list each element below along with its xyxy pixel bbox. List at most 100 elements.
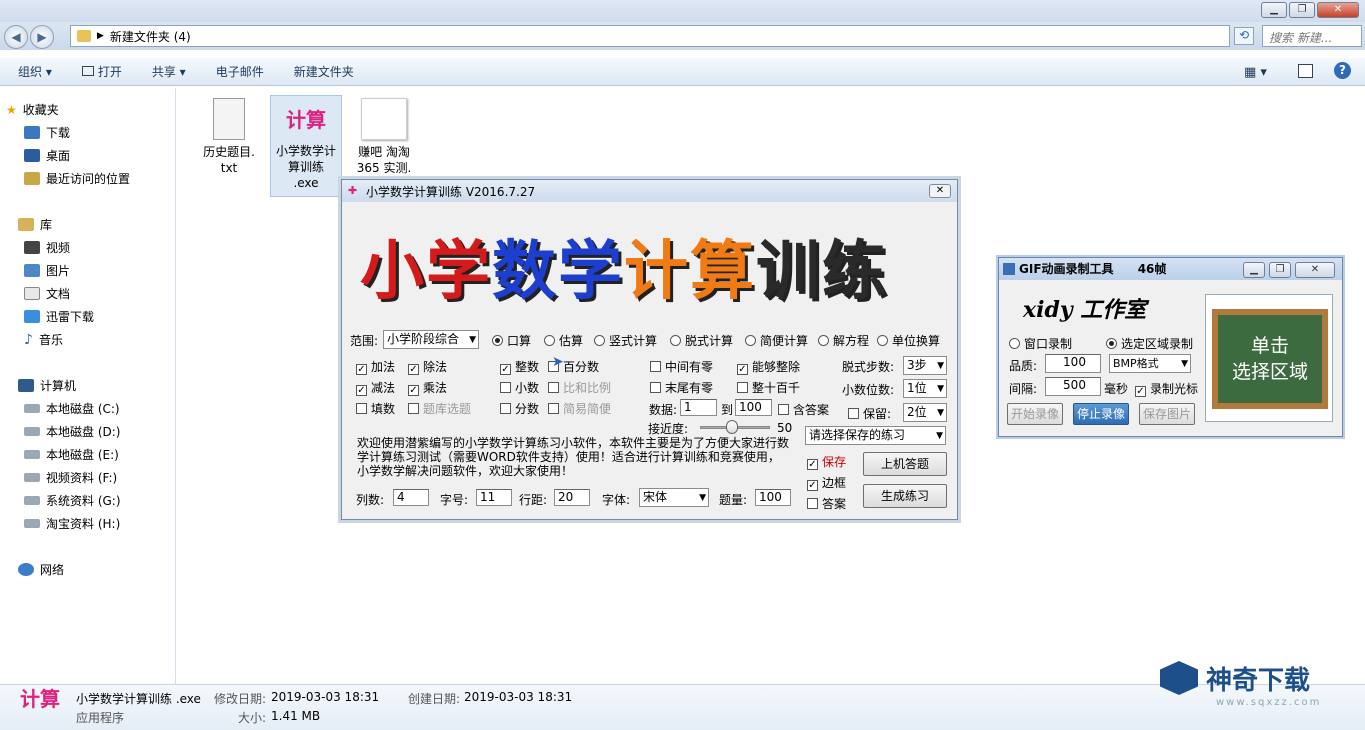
format-select[interactable]: BMP格式 [1109, 354, 1191, 373]
data-from-input[interactable]: 1 [680, 399, 717, 416]
dialog-close-button[interactable]: ✕ [929, 184, 951, 198]
gif-minimize-button[interactable]: ▁ [1243, 262, 1265, 278]
sidebar-item-drive-h[interactable]: 淘宝资料 (H:) [24, 515, 120, 532]
decimal-checkbox[interactable]: 小数 [500, 379, 539, 396]
email-button[interactable]: 电子邮件 [216, 63, 264, 80]
sidebar-item-favorites[interactable]: ★ 收藏夹 [6, 101, 59, 118]
gif-maximize-button[interactable]: ❐ [1269, 262, 1291, 278]
select-area-button[interactable]: 单击 选择区域 [1205, 294, 1333, 422]
dialog-title: 小学数学计算训练 V2016.7.27 [366, 184, 536, 199]
sidebar-item-desktop[interactable]: 桌面 [24, 147, 70, 164]
sidebar-item-drive-e[interactable]: 本地磁盘 (E:) [24, 446, 119, 463]
record-cursor-checkbox[interactable]: ✓ 录制光标 [1135, 380, 1198, 397]
gif-close-button[interactable]: ✕ [1295, 262, 1335, 278]
saved-exercise-select[interactable]: 请选择保存的练习 [805, 426, 946, 445]
start-record-button[interactable]: 开始录像 [1007, 403, 1063, 425]
mode-radio-tuoshi[interactable]: 脱式计算 [670, 332, 733, 349]
line-space-input[interactable]: 20 [554, 489, 590, 506]
sidebar-item-music[interactable]: ♪ 音乐 [24, 331, 63, 348]
file-item[interactable]: 历史题目. txt [193, 98, 265, 176]
round-number-checkbox[interactable]: 整十百千 [737, 379, 800, 396]
sidebar-item-videos[interactable]: 视频 [24, 239, 70, 256]
ratio-checkbox[interactable]: 比和比例 [548, 379, 611, 396]
sidebar-item-drive-f[interactable]: 视频资料 (F:) [24, 469, 117, 486]
subtract-checkbox[interactable]: ✓ 减法 [356, 379, 395, 396]
cols-input[interactable]: 4 [393, 489, 429, 506]
mode-radio-jianbian[interactable]: 简便计算 [745, 332, 808, 349]
answer-checkbox[interactable]: 答案 [807, 495, 846, 512]
count-input[interactable]: 100 [755, 489, 791, 506]
search-input[interactable]: 搜索 新建... [1262, 25, 1362, 47]
divisible-checkbox[interactable]: ✓ 能够整除 [737, 358, 800, 375]
stop-record-button[interactable]: 停止录像 [1073, 403, 1129, 425]
sidebar-item-drive-d[interactable]: 本地磁盘 (D:) [24, 423, 120, 440]
add-checkbox[interactable]: ✓ 加法 [356, 358, 395, 375]
help-icon[interactable]: ? [1334, 62, 1351, 79]
forward-icon[interactable]: ▶ [30, 25, 54, 49]
share-button[interactable]: 共享 ▾ [152, 63, 186, 80]
sidebar-item-downloads[interactable]: 下载 [24, 124, 70, 141]
window-record-radio[interactable]: 窗口录制 [1009, 335, 1072, 352]
sidebar-item-xunlei[interactable]: 迅雷下载 [24, 308, 94, 325]
sidebar-item-computer[interactable]: 计算机 [18, 377, 76, 394]
fill-number-checkbox[interactable]: 填数 [356, 400, 395, 417]
multiply-checkbox[interactable]: ✓ 乘法 [408, 379, 447, 396]
fraction-checkbox[interactable]: 分数 [500, 400, 539, 417]
divide-checkbox[interactable]: ✓ 除法 [408, 358, 447, 375]
question-bank-checkbox[interactable]: 题库选题 [408, 400, 471, 417]
mode-radio-danwei[interactable]: 单位换算 [877, 332, 940, 349]
mode-radio-shushi[interactable]: 竖式计算 [594, 332, 657, 349]
maximize-button[interactable]: ❐ [1289, 2, 1315, 18]
sidebar-item-drive-g[interactable]: 系统资料 (G:) [24, 492, 121, 509]
simple-checkbox[interactable]: 简易简便 [548, 400, 611, 417]
font-select[interactable]: 宋体 [639, 488, 709, 507]
new-folder-button[interactable]: 新建文件夹 [294, 63, 354, 80]
document-icon [24, 287, 40, 300]
end-zero-checkbox[interactable]: 末尾有零 [650, 379, 713, 396]
save-image-button[interactable]: 保存图片 [1139, 403, 1195, 425]
proximity-slider-thumb[interactable] [726, 420, 738, 434]
view-options-icon[interactable]: ▦ ▾ [1244, 65, 1267, 80]
minimize-button[interactable]: ▁ [1261, 2, 1287, 18]
sidebar-item-pictures[interactable]: 图片 [24, 262, 70, 279]
mode-radio-kousuan[interactable]: 口算 [492, 332, 531, 349]
mode-radio-gusuan[interactable]: 估算 [544, 332, 583, 349]
close-button[interactable]: ✕ [1317, 2, 1359, 18]
preview-pane-icon[interactable] [1298, 64, 1313, 78]
middle-zero-checkbox[interactable]: 中间有零 [650, 358, 713, 375]
gif-recorder-window: GIF动画录制工具 46帧 ▁ ❐ ✕ xidy 工作室 窗口录制 选定区域录制… [998, 257, 1343, 437]
online-answer-button[interactable]: 上机答题 [863, 452, 947, 476]
integer-checkbox[interactable]: ✓ 整数 [500, 358, 539, 375]
video-icon [24, 241, 40, 254]
keep-select[interactable]: 2位 [903, 403, 947, 422]
save-checkbox[interactable]: ✓ 保存 [807, 453, 846, 470]
file-item-selected[interactable]: 计算 小学数学计 算训练 .exe [270, 95, 342, 197]
sidebar-item-drive-c[interactable]: 本地磁盘 (C:) [24, 400, 120, 417]
refresh-icon[interactable]: ⟲ [1234, 27, 1254, 45]
sidebar-item-libraries[interactable]: 库 [18, 216, 52, 233]
organize-button[interactable]: 组织 ▾ [18, 63, 52, 80]
back-icon[interactable]: ◀ [4, 25, 28, 49]
proximity-label: 接近度: [648, 422, 689, 436]
include-answer-checkbox[interactable]: 含答案 [778, 401, 829, 418]
generate-exercise-button[interactable]: 生成练习 [863, 484, 947, 508]
range-select[interactable]: 小学阶段综合 [383, 330, 479, 349]
open-button[interactable]: 打开 [81, 63, 122, 80]
border-checkbox[interactable]: ✓ 边框 [807, 474, 846, 491]
steps-select[interactable]: 3步 [903, 356, 947, 375]
decimals-select[interactable]: 1位 [903, 379, 947, 398]
interval-input[interactable]: 500 [1045, 377, 1101, 396]
mode-radio-fangcheng[interactable]: 解方程 [818, 332, 869, 349]
font-size-input[interactable]: 11 [476, 489, 512, 506]
address-bar[interactable]: ▶ 新建文件夹 (4) [70, 25, 1230, 47]
sidebar-item-network[interactable]: 网络 [18, 561, 64, 578]
data-to-input[interactable]: 100 [735, 399, 772, 416]
drive-icon [24, 519, 40, 528]
file-item[interactable]: 赚吧 淘淘 365 实测. [348, 98, 420, 176]
library-icon [18, 218, 34, 231]
quality-input[interactable]: 100 [1045, 354, 1101, 373]
sidebar-item-recent[interactable]: 最近访问的位置 [24, 170, 130, 187]
sidebar-item-documents[interactable]: 文档 [24, 285, 70, 302]
keep-checkbox[interactable]: 保留: [848, 405, 891, 422]
area-record-radio[interactable]: 选定区域录制 [1106, 335, 1193, 352]
